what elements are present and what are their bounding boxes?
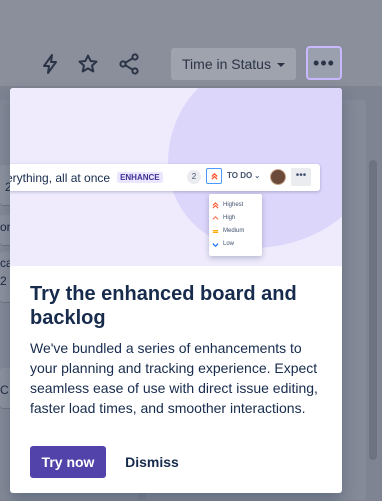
chevron-down-icon: ⌄ bbox=[254, 172, 261, 180]
card-text-fragment: C bbox=[0, 383, 9, 397]
priority-medium-icon bbox=[212, 229, 219, 233]
priority-option: High bbox=[212, 212, 235, 224]
more-icon: ••• bbox=[313, 52, 335, 73]
priority-high-icon bbox=[212, 215, 219, 220]
priority-option-label: Medium bbox=[223, 228, 245, 234]
card-text-fragment: 2 bbox=[0, 274, 7, 288]
priority-option: Low bbox=[212, 238, 234, 250]
priority-option-label: Low bbox=[223, 241, 235, 247]
illustration-tag: ENHANCE bbox=[117, 172, 163, 183]
star-icon[interactable] bbox=[76, 52, 100, 76]
more-actions-button[interactable]: ••• bbox=[306, 46, 342, 80]
illustration-issue-row: erything, all at once ENHANCE 2 TO DO ⌄ … bbox=[10, 164, 320, 191]
illustration-status-label: TO DO bbox=[227, 171, 253, 180]
time-in-status-label: Time in Status bbox=[182, 56, 271, 72]
chevron-down-icon bbox=[276, 63, 285, 67]
dismiss-button[interactable]: Dismiss bbox=[116, 446, 188, 478]
illustration-issue-text: erything, all at once bbox=[10, 170, 111, 185]
priority-highest-icon bbox=[206, 168, 222, 184]
priority-option-label: Highest bbox=[223, 202, 244, 208]
spotlight-illustration: erything, all at once ENHANCE 2 TO DO ⌄ … bbox=[10, 88, 342, 266]
time-in-status-dropdown[interactable]: Time in Status bbox=[171, 48, 296, 80]
spotlight-body: We've bundled a series of enhancements t… bbox=[30, 340, 318, 416]
illustration-priority-menu: Highest High Medium Low bbox=[209, 194, 262, 256]
illustration-more-icon: ••• bbox=[291, 168, 311, 186]
priority-highest-icon bbox=[212, 201, 219, 209]
priority-option: Highest bbox=[212, 199, 243, 211]
spotlight-dialog: erything, all at once ENHANCE 2 TO DO ⌄ … bbox=[10, 88, 342, 493]
share-icon[interactable] bbox=[117, 52, 141, 76]
avatar bbox=[270, 169, 286, 185]
priority-option-label: High bbox=[223, 215, 236, 221]
board-scrollbar[interactable] bbox=[369, 160, 377, 460]
priority-option: Medium bbox=[212, 225, 244, 237]
spotlight-title: Try the enhanced board and backlog bbox=[30, 283, 297, 329]
priority-low-icon bbox=[212, 242, 219, 247]
lightning-icon[interactable] bbox=[38, 52, 62, 76]
illustration-status: TO DO ⌄ bbox=[227, 171, 260, 180]
try-now-button[interactable]: Try now bbox=[30, 446, 106, 478]
illustration-count: 2 bbox=[187, 170, 201, 184]
